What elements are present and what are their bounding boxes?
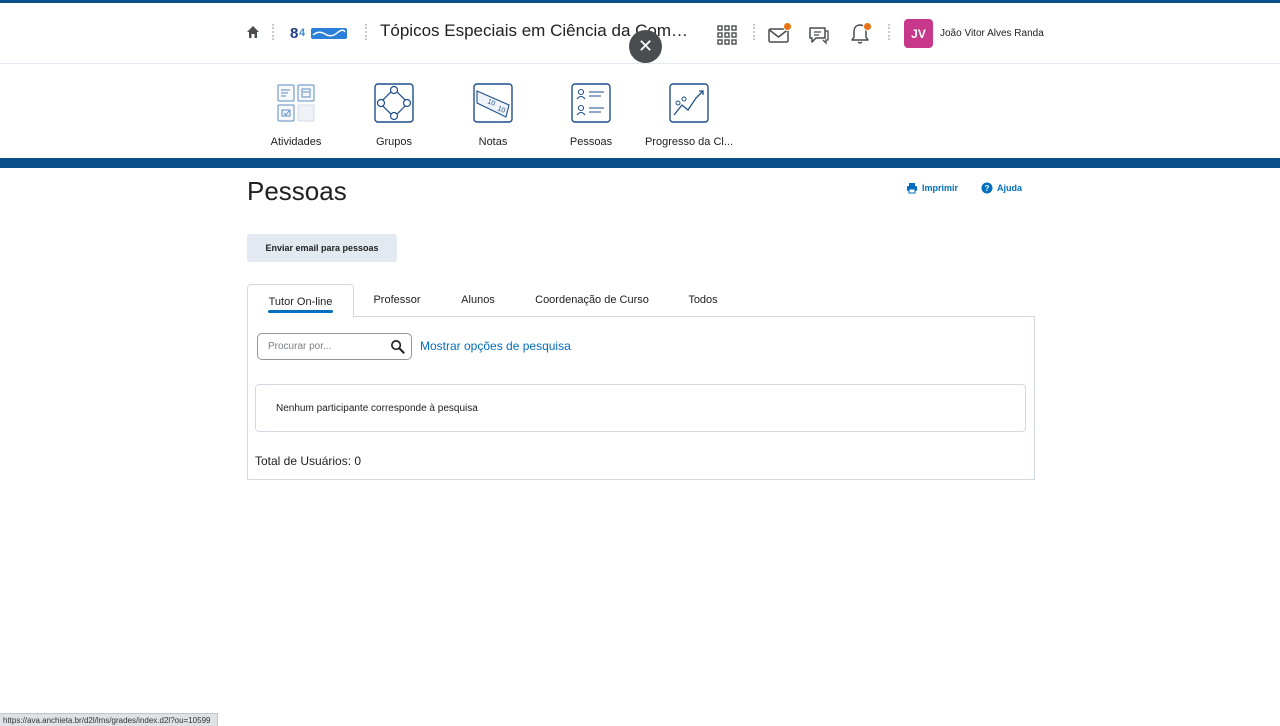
nav-label: Grupos <box>375 136 413 148</box>
grades-icon: 10 10 <box>473 83 513 123</box>
school-logo[interactable]: 8 4 <box>288 22 350 44</box>
nav-label: Atividades <box>270 136 322 148</box>
people-icon <box>571 83 611 123</box>
tab-alunos[interactable]: Alunos <box>451 284 505 316</box>
search-icon[interactable] <box>390 339 405 354</box>
nav-label: Notas <box>478 136 508 148</box>
nav-item-progresso[interactable]: Progresso da Cl... <box>639 83 739 148</box>
total-users: Total de Usuários: 0 <box>255 454 362 468</box>
nav-item-atividades[interactable]: Atividades <box>246 83 346 148</box>
header-separator <box>365 24 369 40</box>
nav-item-pessoas[interactable]: Pessoas <box>541 83 641 148</box>
results-box: Nenhum participante corresponde à pesqui… <box>255 384 1026 432</box>
help-link[interactable]: ? Ajuda <box>981 182 1022 194</box>
activities-icon <box>277 84 315 122</box>
bell-notification-dot <box>863 22 872 31</box>
tab-label: Professor <box>373 294 421 306</box>
apps-grid-icon[interactable] <box>716 24 738 46</box>
tab-label: Todos <box>688 294 718 306</box>
home-icon[interactable] <box>244 23 262 41</box>
tab-label: Alunos <box>461 294 495 306</box>
empty-message: Nenhum participante corresponde à pesqui… <box>276 403 478 414</box>
email-people-button[interactable]: Enviar email para pessoas <box>247 234 397 262</box>
help-icon: ? <box>981 182 993 194</box>
chat-icon[interactable] <box>806 22 832 48</box>
search-box <box>257 333 412 360</box>
brand-band <box>0 158 1280 168</box>
bell-icon[interactable] <box>847 21 873 47</box>
tab-todos[interactable]: Todos <box>677 284 729 316</box>
nav-label: Progresso da Cl... <box>644 136 734 148</box>
svg-text:8: 8 <box>290 25 298 42</box>
svg-text:?: ? <box>985 184 990 193</box>
nav-item-notas[interactable]: 10 10 Notas <box>443 83 543 148</box>
nav-label: Pessoas <box>569 136 613 148</box>
print-label: Imprimir <box>922 183 959 193</box>
course-navbar: Atividades Grupos 10 10 Notas Pessoas Pr… <box>0 64 1280 159</box>
search-input[interactable] <box>258 334 398 359</box>
mail-notification-dot <box>783 22 792 31</box>
printer-icon <box>907 183 917 194</box>
tab-tutor-online[interactable]: Tutor On-line <box>247 284 354 318</box>
status-bar-url: https://ava.anchieta.br/d2l/lms/grades/i… <box>0 713 218 726</box>
progress-icon <box>669 83 709 123</box>
svg-text:4: 4 <box>299 27 306 39</box>
groups-icon <box>374 83 414 123</box>
mail-icon[interactable] <box>766 22 792 46</box>
help-label: Ajuda <box>997 183 1023 193</box>
tab-coordenacao[interactable]: Coordenação de Curso <box>528 284 656 316</box>
search-options-link[interactable]: Mostrar opções de pesquisa <box>420 339 571 353</box>
user-name[interactable]: João Vitor Alves Randa <box>940 28 1044 39</box>
tab-label: Coordenação de Curso <box>535 294 649 306</box>
tab-professor[interactable]: Professor <box>363 284 431 316</box>
close-button[interactable]: ✕ <box>629 30 662 63</box>
header-separator <box>753 24 757 40</box>
header-separator <box>888 24 892 40</box>
active-tab-indicator <box>268 310 333 313</box>
tab-label: Tutor On-line <box>268 295 333 308</box>
print-link[interactable]: Imprimir <box>906 182 958 194</box>
page-title: Pessoas <box>247 176 347 206</box>
people-panel: Mostrar opções de pesquisa Nenhum partic… <box>247 316 1035 480</box>
user-avatar[interactable]: JV <box>904 19 933 48</box>
nav-item-grupos[interactable]: Grupos <box>344 83 444 148</box>
header-separator <box>272 24 276 40</box>
